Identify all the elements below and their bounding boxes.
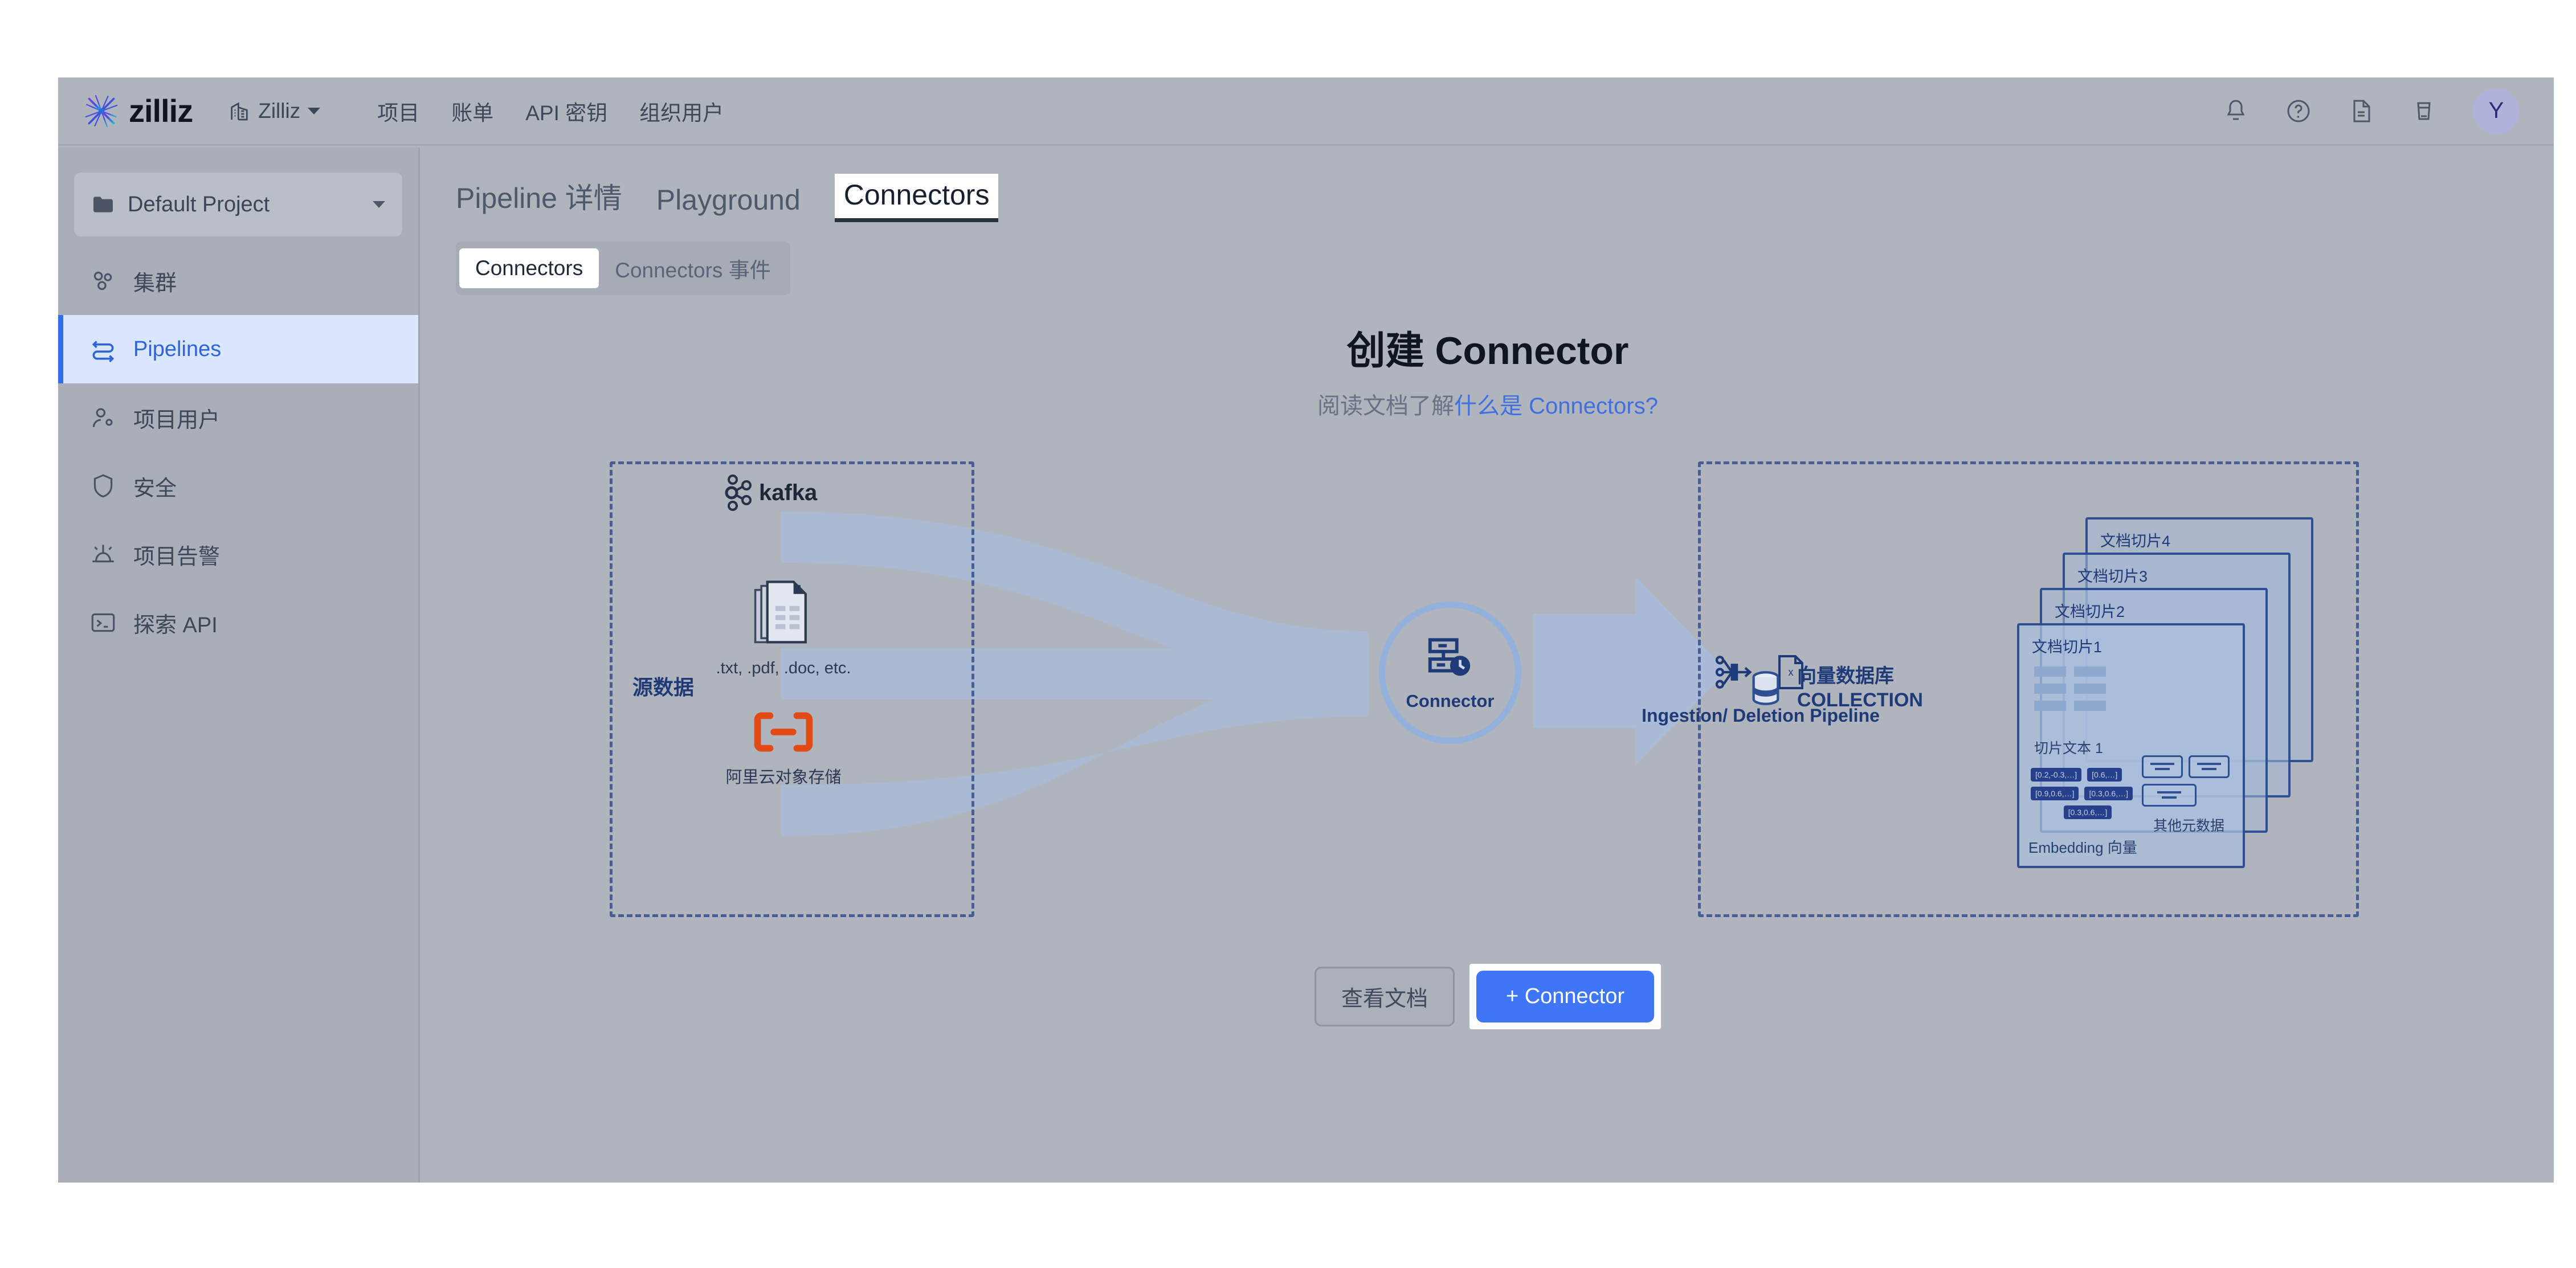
top-nav-item-billing[interactable]: 账单 bbox=[451, 96, 493, 126]
brand-name: zilliz bbox=[129, 92, 193, 129]
org-switcher[interactable]: Zilliz bbox=[228, 99, 321, 123]
metadata-caption: 其他元数据 bbox=[2153, 817, 2224, 834]
sidebar-item-project-users[interactable]: 项目用户 bbox=[58, 383, 418, 452]
avatar[interactable]: Y bbox=[2473, 87, 2520, 134]
embedding-caption: Embedding 向量 bbox=[2028, 838, 2137, 856]
collection-label-line2: COLLECTION bbox=[1797, 689, 1923, 711]
chunk-card-title: 文档切片3 bbox=[2077, 567, 2148, 585]
bell-icon[interactable] bbox=[2222, 97, 2250, 125]
source-data-label: 源数据 bbox=[632, 675, 695, 699]
tab-pipeline-detail[interactable]: Pipeline 详情 bbox=[456, 175, 622, 222]
cup-icon[interactable] bbox=[2410, 97, 2438, 125]
project-name: Default Project bbox=[128, 192, 270, 216]
add-connector-focus-ring: + Connector bbox=[1469, 963, 1661, 1029]
sidebar-item-label: 安全 bbox=[133, 476, 177, 501]
hero-subtitle: 阅读文档了解什么是 Connectors? bbox=[422, 387, 2554, 420]
footer-actions: 查看文档 + Connector bbox=[422, 963, 2554, 1029]
header-actions: Y bbox=[2222, 87, 2520, 134]
add-connector-button[interactable]: + Connector bbox=[1476, 970, 1655, 1022]
sidebar-item-label: 项目用户 bbox=[133, 408, 221, 432]
metadata-box bbox=[2142, 755, 2183, 778]
vector-chip: [0.3,0.6,…] bbox=[2084, 786, 2133, 800]
brand-logo[interactable]: zilliz bbox=[81, 91, 193, 132]
svg-text:kafka: kafka bbox=[759, 480, 818, 505]
connector-node: Connector bbox=[1379, 601, 1521, 744]
metadata-box bbox=[2142, 783, 2197, 807]
main-tabs: Pipeline 详情 Playground Connectors bbox=[422, 148, 2554, 222]
cluster-icon bbox=[93, 271, 112, 291]
alibaba-oss-logo bbox=[754, 712, 813, 752]
source-item-kafka: kafka bbox=[689, 473, 877, 523]
collection-label: 向量数据库 COLLECTION bbox=[1749, 664, 1923, 713]
app-window: zilliz Zilliz 项目 账单 API 密钥 组织用户 Y Defaul… bbox=[58, 77, 2554, 1183]
documents-icon bbox=[754, 580, 807, 644]
users-icon bbox=[92, 408, 113, 427]
org-name: Zilliz bbox=[258, 99, 301, 122]
sidebar-item-label: 探索 API bbox=[133, 613, 218, 637]
top-nav: 项目 账单 API 密钥 组织用户 bbox=[377, 96, 724, 126]
sidebar-item-label: 集群 bbox=[133, 271, 177, 296]
metadata-box bbox=[2189, 755, 2230, 778]
sidebar-item-label: Pipelines bbox=[133, 337, 222, 361]
source-item-documents: .txt, .pdf, .doc, etc. bbox=[689, 580, 877, 678]
sidebar-item-explore-api[interactable]: 探索 API bbox=[58, 588, 418, 657]
terminal-icon bbox=[91, 613, 115, 632]
page-title: 创建 Connector bbox=[1346, 329, 1629, 373]
database-icon bbox=[1752, 671, 1779, 705]
top-nav-item-org-users[interactable]: 组织用户 bbox=[639, 96, 724, 126]
tab-playground[interactable]: Playground bbox=[656, 183, 801, 222]
vector-chip: [0.2,-0.3,…] bbox=[2031, 767, 2082, 782]
docs-link[interactable]: 什么是 Connectors? bbox=[1454, 394, 1658, 419]
sub-tabs: Connectors Connectors 事件 bbox=[456, 242, 2554, 295]
help-circle-icon[interactable] bbox=[2285, 97, 2312, 125]
chunk-card-title: 文档切片2 bbox=[2055, 603, 2125, 620]
server-clock-icon bbox=[1428, 637, 1471, 676]
top-nav-item-projects[interactable]: 项目 bbox=[377, 96, 419, 126]
chunk-text-placeholder bbox=[2034, 666, 2131, 718]
embedding-chips: [0.2,-0.3,…] [0.6,…] [0.9,0.6,…] [0.3,0.… bbox=[2031, 767, 2145, 824]
metadata-group: 其他元数据 bbox=[2142, 755, 2236, 835]
document-icon[interactable] bbox=[2348, 97, 2375, 125]
tab-connectors[interactable]: Connectors bbox=[834, 174, 999, 222]
hero-subtitle-prefix: 阅读文档了解 bbox=[1317, 393, 1455, 419]
starburst-icon bbox=[81, 91, 121, 131]
hero-section: 创建 Connector 阅读文档了解什么是 Connectors? bbox=[422, 328, 2554, 420]
chevron-down-icon bbox=[308, 107, 321, 114]
sidebar-item-security[interactable]: 安全 bbox=[58, 452, 418, 520]
shield-icon bbox=[93, 474, 113, 498]
avatar-initial: Y bbox=[2488, 98, 2504, 123]
sidebar: Default Project 集群 Pipelines 项目用户 安全 项目告… bbox=[58, 148, 420, 1183]
document-chunk-stack: 文档切片4 文档切片3 文档切片2 文档切片1 切片文本 1 [0.2,-0.3… bbox=[2017, 517, 2313, 870]
collection-label-line1: 向量数据库 bbox=[1797, 665, 1894, 687]
connector-node-label: Connector bbox=[1406, 690, 1495, 711]
subtab-connectors[interactable]: Connectors bbox=[459, 248, 599, 288]
vector-chip: [0.3,0.6,…] bbox=[2063, 805, 2112, 819]
vector-chip: [0.6,…] bbox=[2087, 767, 2122, 782]
connector-flow-diagram: 源数据 kafka .txt, .pdf, .doc, etc. 阿里云对象存储… bbox=[422, 443, 2554, 944]
chunk-card-title: 文档切片1 bbox=[2032, 638, 2103, 656]
source-item-alibaba-oss: 阿里云对象存储 bbox=[689, 711, 877, 788]
sidebar-item-pipelines[interactable]: Pipelines bbox=[58, 315, 418, 383]
top-nav-item-api-keys[interactable]: API 密钥 bbox=[525, 96, 607, 126]
chevron-down-icon bbox=[373, 201, 385, 208]
app-header: zilliz Zilliz 项目 账单 API 密钥 组织用户 Y bbox=[58, 77, 2554, 146]
chunk-card-title: 文档切片4 bbox=[2100, 532, 2171, 550]
chunk-text-caption: 切片文本 1 bbox=[2034, 740, 2103, 756]
alarm-icon bbox=[92, 545, 114, 563]
building-icon bbox=[231, 101, 248, 120]
sidebar-item-label: 项目告警 bbox=[133, 545, 221, 569]
view-docs-button[interactable]: 查看文档 bbox=[1314, 966, 1455, 1026]
main-content: Pipeline 详情 Playground Connectors Connec… bbox=[422, 148, 2554, 1183]
alibaba-oss-caption: 阿里云对象存储 bbox=[725, 768, 842, 787]
sidebar-item-clusters[interactable]: 集群 bbox=[58, 247, 418, 315]
subtab-connectors-events[interactable]: Connectors 事件 bbox=[599, 245, 787, 292]
pipeline-icon bbox=[92, 341, 115, 363]
folder-icon bbox=[93, 197, 113, 212]
sidebar-item-project-alerts[interactable]: 项目告警 bbox=[58, 520, 418, 588]
kafka-logo: kafka bbox=[725, 474, 818, 511]
project-selector[interactable]: Default Project bbox=[74, 173, 402, 236]
chunk-card-front: 文档切片1 切片文本 1 [0.2,-0.3,…] [0.6,…] [0.9,0… bbox=[2017, 623, 2245, 868]
vector-chip: [0.9,0.6,…] bbox=[2031, 786, 2079, 800]
documents-caption: .txt, .pdf, .doc, etc. bbox=[716, 658, 851, 677]
